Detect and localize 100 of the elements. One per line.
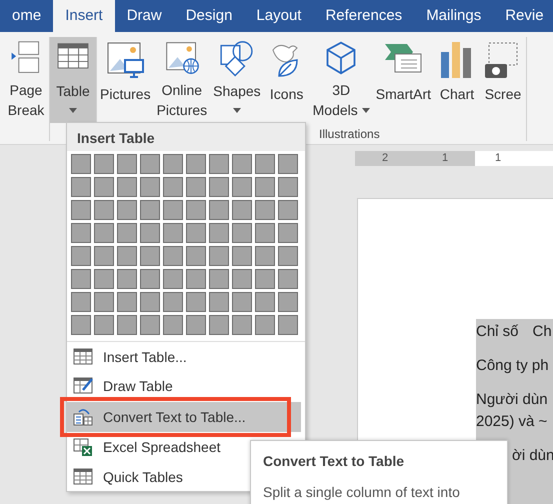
grid-cell[interactable] [186, 223, 206, 243]
grid-cell[interactable] [94, 315, 114, 335]
grid-cell[interactable] [163, 315, 183, 335]
grid-cell[interactable] [94, 200, 114, 220]
grid-cell[interactable] [255, 292, 275, 312]
grid-cell[interactable] [71, 177, 91, 197]
grid-cell[interactable] [94, 292, 114, 312]
grid-cell[interactable] [186, 315, 206, 335]
grid-cell[interactable] [209, 223, 229, 243]
grid-cell[interactable] [186, 292, 206, 312]
grid-cell[interactable] [209, 292, 229, 312]
ribbon-tab[interactable]: Insert [53, 0, 115, 32]
ribbon-button[interactable]: 3D Models [310, 37, 373, 123]
grid-cell[interactable] [186, 246, 206, 266]
ribbon-tab[interactable]: References [313, 0, 414, 32]
grid-cell[interactable] [255, 177, 275, 197]
grid-cell[interactable] [117, 200, 137, 220]
grid-cell[interactable] [71, 154, 91, 174]
grid-cell[interactable] [117, 315, 137, 335]
ribbon-button[interactable]: Table [50, 37, 96, 123]
grid-cell[interactable] [255, 246, 275, 266]
grid-cell[interactable] [255, 223, 275, 243]
ribbon-button[interactable]: Chart [434, 37, 480, 123]
grid-cell[interactable] [186, 154, 206, 174]
grid-cell[interactable] [186, 177, 206, 197]
grid-cell[interactable] [278, 269, 298, 289]
ribbon-button[interactable]: Online Pictures [154, 37, 210, 123]
ribbon-tab[interactable]: Mailings [414, 0, 494, 32]
grid-cell[interactable] [117, 177, 137, 197]
grid-cell[interactable] [163, 223, 183, 243]
grid-cell[interactable] [163, 246, 183, 266]
ribbon-tab[interactable]: Draw [114, 0, 174, 32]
ribbon-tab[interactable]: Design [174, 0, 244, 32]
ribbon-tab[interactable]: Revie [493, 0, 553, 32]
grid-cell[interactable] [255, 154, 275, 174]
grid-cell[interactable] [278, 292, 298, 312]
ribbon-button[interactable]: Scree [480, 37, 526, 123]
grid-cell[interactable] [186, 200, 206, 220]
grid-cell[interactable] [278, 200, 298, 220]
ribbon-button[interactable]: Shapes [210, 37, 264, 123]
grid-cell[interactable] [232, 315, 252, 335]
grid-cell[interactable] [209, 315, 229, 335]
grid-cell[interactable] [232, 154, 252, 174]
grid-cell[interactable] [255, 200, 275, 220]
grid-cell[interactable] [209, 269, 229, 289]
grid-cell[interactable] [140, 200, 160, 220]
grid-cell[interactable] [117, 292, 137, 312]
grid-cell[interactable] [163, 269, 183, 289]
grid-cell[interactable] [140, 292, 160, 312]
ribbon-tab[interactable]: Layout [244, 0, 314, 32]
grid-cell[interactable] [232, 292, 252, 312]
grid-cell[interactable] [186, 269, 206, 289]
grid-cell[interactable] [71, 200, 91, 220]
grid-cell[interactable] [94, 246, 114, 266]
grid-cell[interactable] [71, 269, 91, 289]
grid-cell[interactable] [94, 177, 114, 197]
ribbon-tab[interactable]: ome [0, 0, 54, 32]
grid-cell[interactable] [232, 246, 252, 266]
grid-cell[interactable] [94, 269, 114, 289]
ribbon-button[interactable]: SmartArt [372, 37, 434, 123]
grid-cell[interactable] [255, 269, 275, 289]
grid-cell[interactable] [232, 269, 252, 289]
menu-item[interactable]: Draw Table [67, 372, 301, 396]
grid-cell[interactable] [278, 154, 298, 174]
grid-cell[interactable] [278, 246, 298, 266]
grid-cell[interactable] [94, 223, 114, 243]
grid-cell[interactable] [140, 177, 160, 197]
grid-cell[interactable] [232, 223, 252, 243]
grid-cell[interactable] [255, 315, 275, 335]
grid-cell[interactable] [163, 177, 183, 197]
grid-cell[interactable] [117, 154, 137, 174]
ribbon-button[interactable]: Pictures [97, 37, 154, 123]
grid-cell[interactable] [140, 246, 160, 266]
grid-cell[interactable] [209, 177, 229, 197]
grid-cell[interactable] [117, 223, 137, 243]
grid-cell[interactable] [209, 200, 229, 220]
grid-cell[interactable] [163, 292, 183, 312]
grid-cell[interactable] [278, 177, 298, 197]
grid-cell[interactable] [232, 200, 252, 220]
grid-cell[interactable] [278, 315, 298, 335]
grid-cell[interactable] [71, 223, 91, 243]
grid-cell[interactable] [117, 246, 137, 266]
grid-cell[interactable] [140, 315, 160, 335]
ribbon-button[interactable]: Page Break [6, 37, 49, 123]
grid-cell[interactable] [71, 246, 91, 266]
grid-cell[interactable] [140, 223, 160, 243]
grid-cell[interactable] [71, 292, 91, 312]
grid-cell[interactable] [71, 315, 91, 335]
menu-item[interactable]: Insert Table... [67, 342, 301, 372]
grid-cell[interactable] [117, 269, 137, 289]
grid-cell[interactable] [140, 154, 160, 174]
grid-cell[interactable] [163, 200, 183, 220]
grid-cell[interactable] [94, 154, 114, 174]
menu-item[interactable]: Convert Text to Table... [67, 402, 301, 432]
grid-cell[interactable] [209, 154, 229, 174]
grid-cell[interactable] [232, 177, 252, 197]
grid-cell[interactable] [209, 246, 229, 266]
grid-cell[interactable] [163, 154, 183, 174]
grid-cell[interactable] [140, 269, 160, 289]
ribbon-button[interactable]: Icons [264, 37, 310, 123]
